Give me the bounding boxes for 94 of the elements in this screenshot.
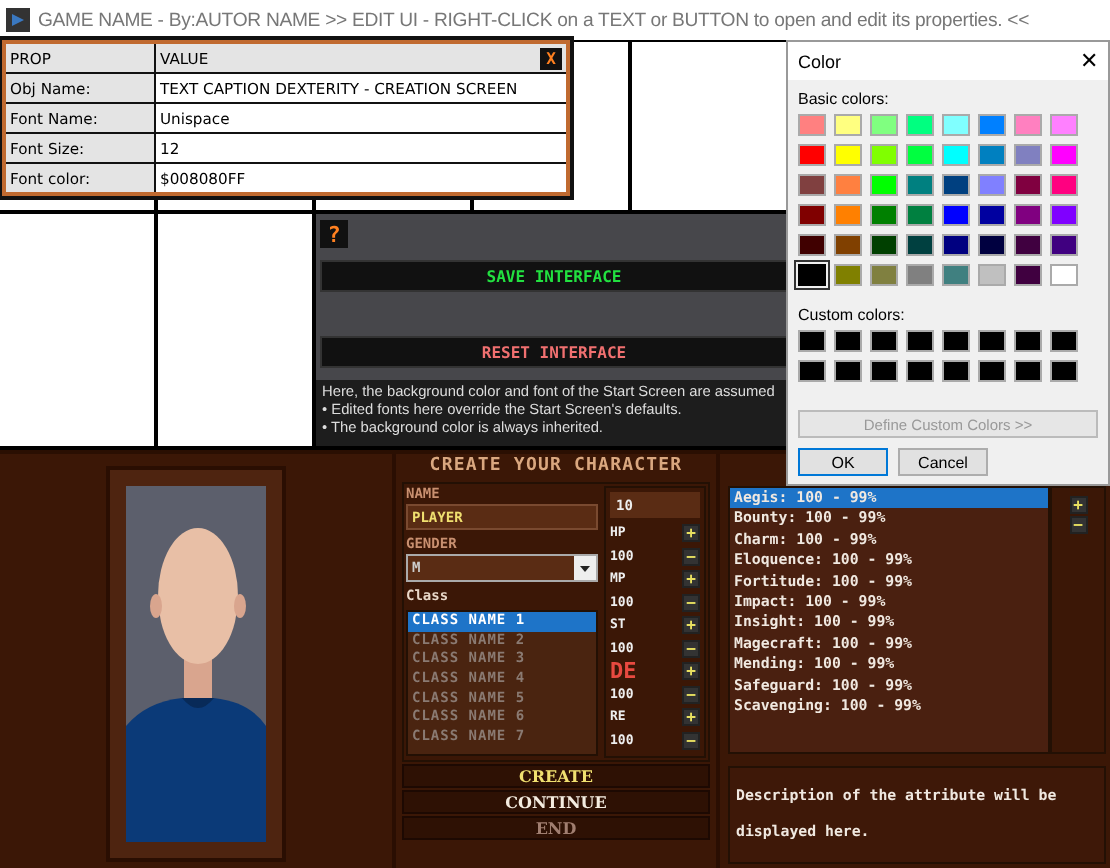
- color-swatch[interactable]: [1014, 360, 1042, 382]
- color-swatch[interactable]: [798, 330, 826, 352]
- color-swatch[interactable]: [906, 234, 934, 256]
- color-swatch[interactable]: [978, 114, 1006, 136]
- color-swatch[interactable]: [1014, 234, 1042, 256]
- minus-button[interactable]: −: [682, 593, 700, 612]
- color-swatch[interactable]: [1014, 330, 1042, 352]
- color-swatch[interactable]: [906, 144, 934, 166]
- help-button[interactable]: ?: [320, 220, 348, 248]
- section-label: Basic colors:: [798, 90, 891, 108]
- close-button[interactable]: ✕: [1080, 48, 1098, 74]
- color-swatch[interactable]: [834, 114, 862, 136]
- color-swatch[interactable]: [1014, 264, 1042, 286]
- color-swatch[interactable]: [942, 114, 970, 136]
- plus-button[interactable]: +: [682, 616, 700, 635]
- color-swatch[interactable]: [834, 264, 862, 286]
- close-button[interactable]: X: [540, 47, 562, 69]
- color-swatch[interactable]: [870, 114, 898, 136]
- reset-interface-button[interactable]: RESET INTERFACE: [320, 336, 788, 368]
- color-swatch[interactable]: [798, 360, 826, 382]
- color-swatch[interactable]: [906, 360, 934, 382]
- color-swatch[interactable]: [834, 144, 862, 166]
- window-title: GAME NAME - By:AUTOR NAME >> EDIT UI - RIGHT-CLICK on a TEXT or BUTTON to open and edit its properties. <<: [38, 9, 1030, 31]
- color-swatch[interactable]: [942, 234, 970, 256]
- color-swatch[interactable]: [942, 264, 970, 286]
- color-swatch[interactable]: [1014, 204, 1042, 226]
- color-swatch[interactable]: [834, 330, 862, 352]
- color-swatch[interactable]: [798, 264, 826, 286]
- caret-icon: [574, 556, 596, 580]
- color-swatch[interactable]: [834, 174, 862, 196]
- color-swatch[interactable]: [942, 330, 970, 352]
- color-swatch[interactable]: [906, 330, 934, 352]
- color-swatch[interactable]: [1050, 114, 1078, 136]
- menu-button[interactable]: CONTINUE: [402, 790, 710, 814]
- color-swatch[interactable]: [978, 360, 1006, 382]
- color-swatch[interactable]: [906, 204, 934, 226]
- color-swatch[interactable]: [906, 264, 934, 286]
- color-swatch[interactable]: [798, 204, 826, 226]
- color-swatch[interactable]: [906, 114, 934, 136]
- color-swatch[interactable]: [1014, 144, 1042, 166]
- color-swatch[interactable]: [1014, 174, 1042, 196]
- color-swatch[interactable]: [1014, 114, 1042, 136]
- ok-button[interactable]: OK: [798, 448, 888, 476]
- minus-button[interactable]: −: [682, 639, 700, 658]
- color-swatch[interactable]: [942, 174, 970, 196]
- minus-button[interactable]: −: [682, 547, 700, 566]
- color-swatch[interactable]: [870, 360, 898, 382]
- color-swatch[interactable]: [834, 234, 862, 256]
- plus-button[interactable]: +: [682, 570, 700, 589]
- color-swatch[interactable]: [1050, 234, 1078, 256]
- stat-label: DE: [610, 660, 637, 683]
- color-swatch[interactable]: [978, 144, 1006, 166]
- plus-button[interactable]: +: [682, 708, 700, 727]
- color-swatch[interactable]: [1050, 360, 1078, 382]
- menu-button[interactable]: END: [402, 816, 710, 840]
- color-swatch[interactable]: [978, 234, 1006, 256]
- color-swatch[interactable]: [870, 264, 898, 286]
- panel-title: CREATE YOUR CHARACTER: [427, 456, 685, 476]
- color-swatch[interactable]: [870, 330, 898, 352]
- color-swatch[interactable]: [870, 174, 898, 196]
- plus-button[interactable]: +: [682, 524, 700, 543]
- menu-button[interactable]: CREATE: [402, 764, 710, 788]
- minus-button[interactable]: −: [682, 731, 700, 750]
- color-swatch[interactable]: [870, 234, 898, 256]
- color-swatch[interactable]: [978, 204, 1006, 226]
- color-swatch[interactable]: [1050, 264, 1078, 286]
- cancel-button[interactable]: Cancel: [898, 448, 988, 476]
- color-swatch[interactable]: [870, 204, 898, 226]
- color-swatch[interactable]: [834, 204, 862, 226]
- color-swatch[interactable]: [942, 204, 970, 226]
- minus-button[interactable]: −: [1069, 516, 1087, 534]
- color-swatch[interactable]: [870, 144, 898, 166]
- dialog-title: Color: [798, 51, 842, 71]
- color-swatch[interactable]: [978, 330, 1006, 352]
- color-swatch[interactable]: [798, 114, 826, 136]
- plus-button[interactable]: +: [1069, 496, 1087, 514]
- minus-button[interactable]: −: [682, 685, 700, 704]
- color-swatch[interactable]: [978, 174, 1006, 196]
- color-swatch[interactable]: [1050, 330, 1078, 352]
- color-swatch[interactable]: [798, 174, 826, 196]
- color-swatch[interactable]: [906, 174, 934, 196]
- color-swatch[interactable]: [942, 360, 970, 382]
- section-label: Custom colors:: [798, 306, 907, 324]
- color-swatch[interactable]: [798, 144, 826, 166]
- color-swatch[interactable]: [1050, 144, 1078, 166]
- color-swatch[interactable]: [978, 264, 1006, 286]
- color-swatch[interactable]: [942, 144, 970, 166]
- plus-button[interactable]: +: [682, 662, 700, 681]
- color-swatch[interactable]: [1050, 204, 1078, 226]
- color-swatch[interactable]: [1050, 174, 1078, 196]
- color-swatch[interactable]: [834, 360, 862, 382]
- color-swatch[interactable]: [798, 234, 826, 256]
- app-icon: [6, 8, 30, 32]
- save-interface-button[interactable]: SAVE INTERFACE: [320, 260, 788, 292]
